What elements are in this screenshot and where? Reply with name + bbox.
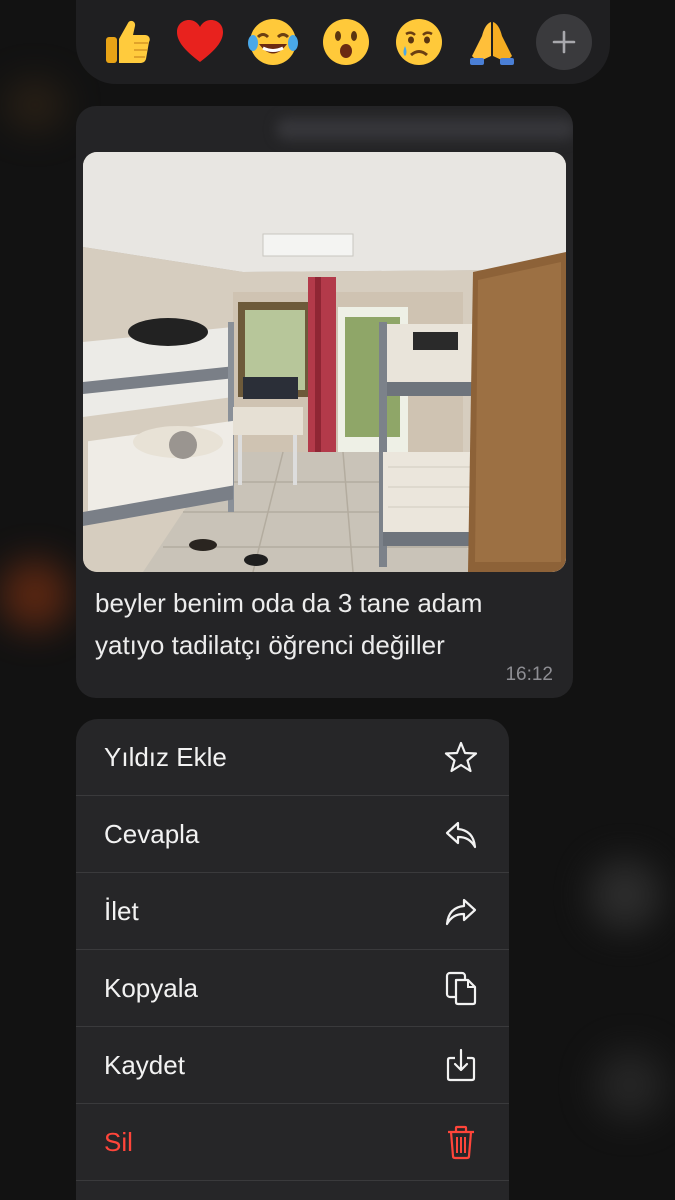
blurred-sender-name	[276, 118, 573, 140]
menu-item-delete[interactable]: Sil	[76, 1104, 509, 1181]
reaction-crying[interactable]	[388, 11, 450, 73]
reaction-surprised[interactable]	[315, 11, 377, 73]
copy-icon	[443, 970, 479, 1006]
message-text: beyler benim oda da 3 tane adam yatıyo t…	[95, 588, 483, 660]
dorm-room-photo	[83, 152, 566, 572]
menu-item-copy[interactable]: Kopyala	[76, 950, 509, 1027]
trash-icon	[443, 1124, 479, 1160]
heart-icon	[177, 20, 223, 62]
menu-item-label: İlet	[104, 895, 139, 926]
background-blur	[5, 80, 65, 130]
message-photo[interactable]	[83, 152, 566, 572]
menu-item-star[interactable]: Yıldız Ekle	[76, 719, 509, 796]
background-blur	[590, 860, 660, 930]
menu-item-label: Kaydet	[104, 1049, 185, 1080]
crying-icon	[396, 19, 442, 65]
forward-icon	[443, 893, 479, 929]
background-blur	[0, 560, 70, 630]
surprised-icon	[323, 19, 369, 65]
message-context-menu: Yıldız Ekle Cevapla İlet Kopyala Kaydet …	[76, 719, 509, 1200]
plus-icon	[552, 30, 576, 54]
message-timestamp: 16:12	[505, 664, 553, 685]
save-icon	[443, 1047, 479, 1083]
menu-item-label: Sil	[104, 1126, 133, 1157]
menu-item-reply[interactable]: Cevapla	[76, 796, 509, 873]
reaction-tears-of-joy[interactable]	[242, 11, 304, 73]
reply-icon	[443, 816, 479, 852]
tears-of-joy-icon	[248, 19, 298, 65]
reaction-thumbs-up[interactable]	[96, 11, 158, 73]
background-blur	[595, 1050, 665, 1120]
reaction-folded-hands[interactable]	[461, 11, 523, 73]
star-icon	[443, 739, 479, 775]
menu-item-save[interactable]: Kaydet	[76, 1027, 509, 1104]
reaction-red-heart[interactable]	[169, 11, 231, 73]
menu-item-label: Kopyala	[104, 972, 198, 1003]
folded-hands-icon	[470, 22, 514, 65]
menu-item-forward[interactable]: İlet	[76, 873, 509, 950]
reaction-bar	[76, 0, 610, 84]
menu-item-label: Yıldız Ekle	[104, 741, 227, 772]
thumbs-up-icon	[106, 20, 150, 63]
menu-item-label: Cevapla	[104, 818, 200, 849]
message-bubble[interactable]: beyler benim oda da 3 tane adam yatıyo t…	[76, 106, 573, 698]
menu-overflow-area	[76, 1181, 509, 1200]
more-reactions-button[interactable]	[536, 14, 592, 70]
